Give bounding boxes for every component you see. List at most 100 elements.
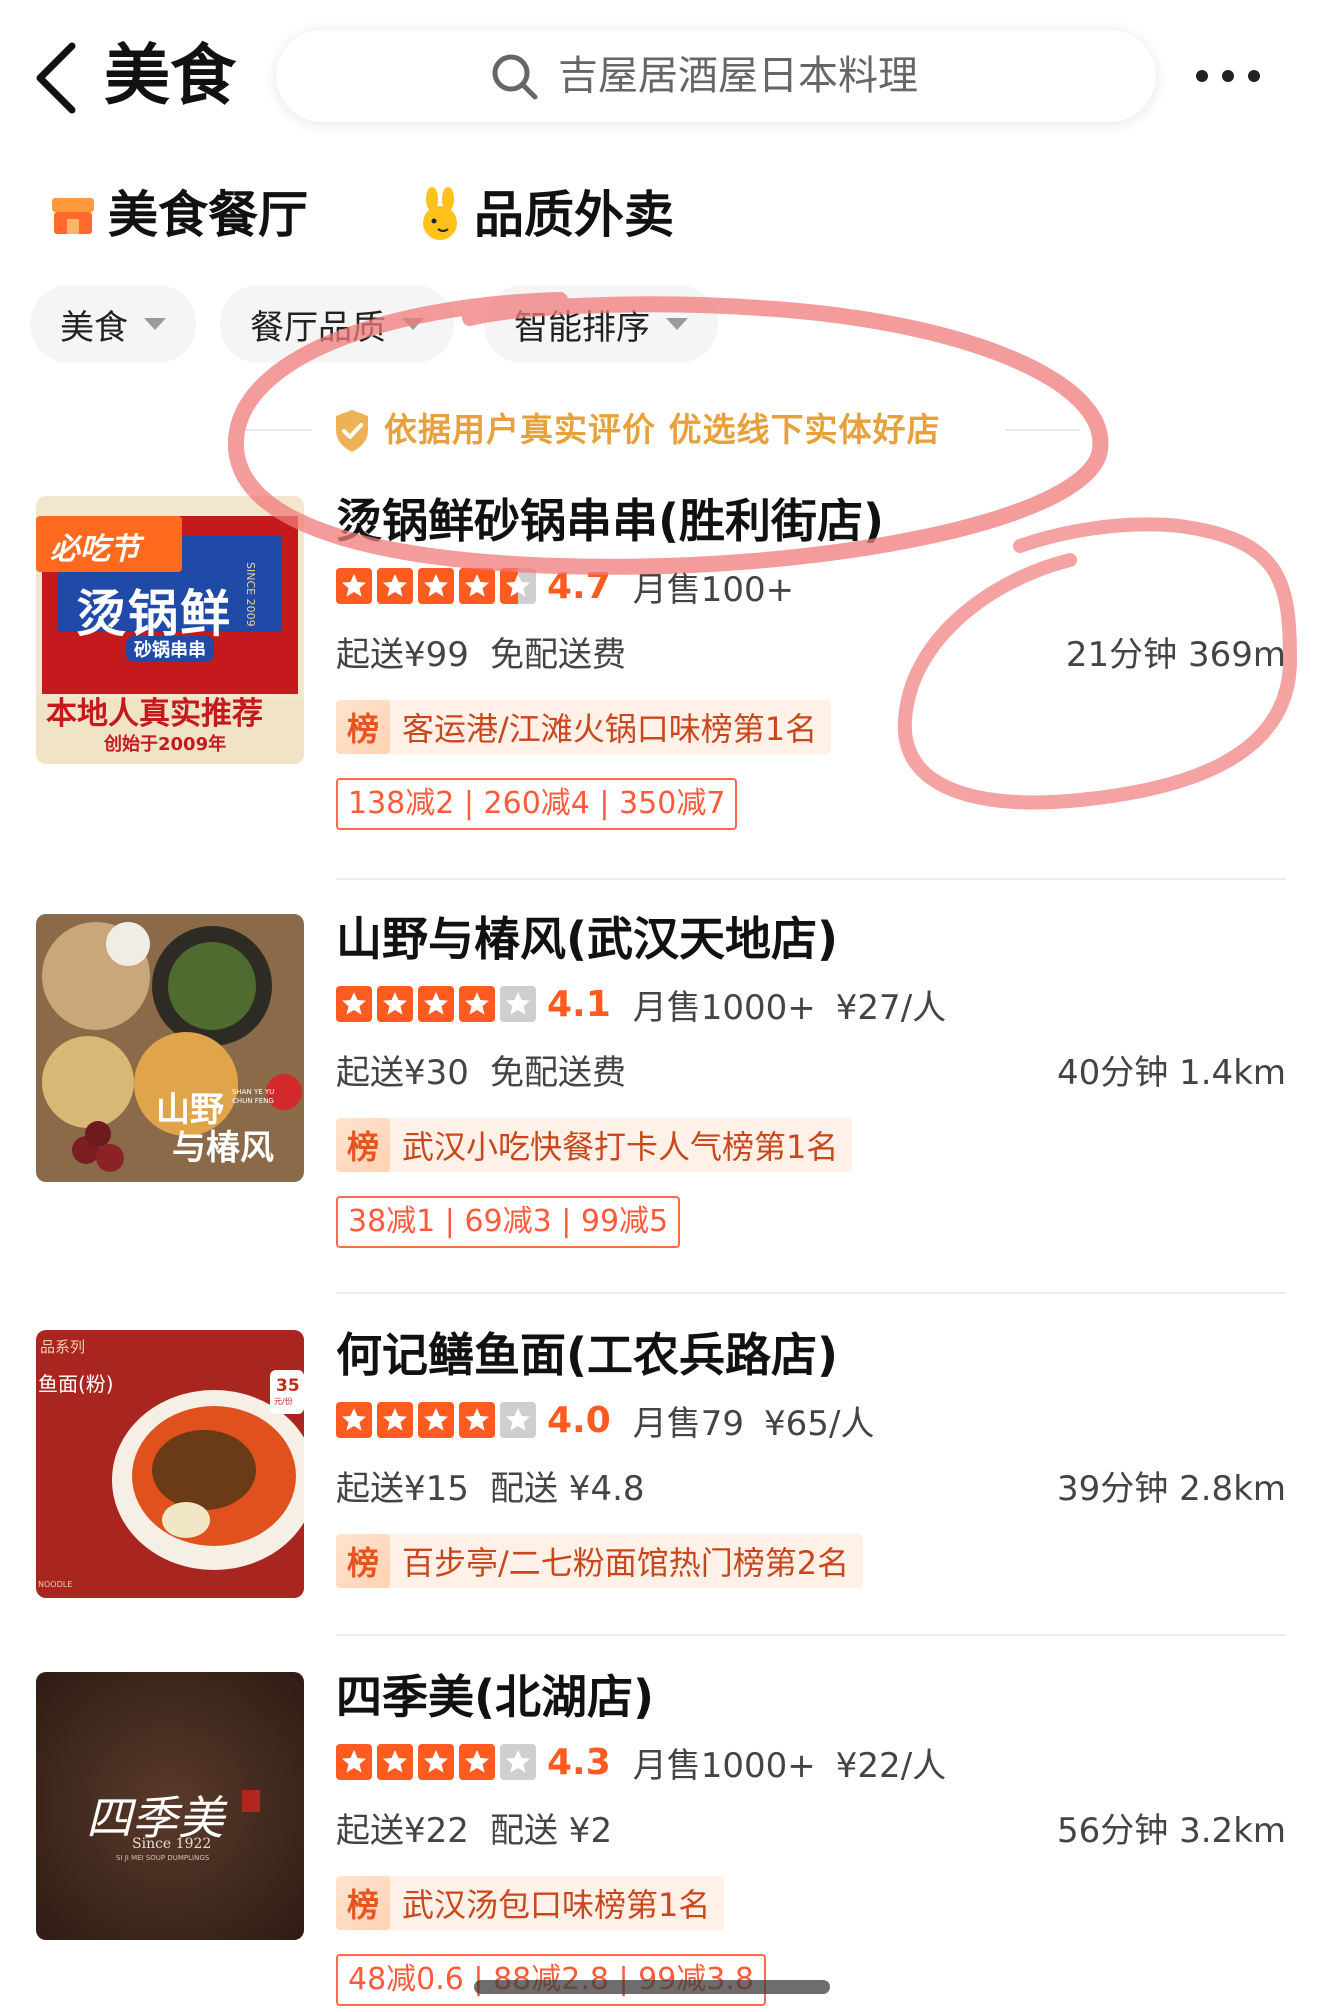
restaurant-thumbnail[interactable]: 必吃节 烫锅鲜 砂锅串串 本地人真实推荐 创始于2009年 SINCE 2009 (36, 496, 304, 764)
price-per-person: ¥22/人 (835, 1745, 947, 1786)
star-rating (336, 986, 541, 1022)
restaurant-name[interactable]: 山野与椿风(武汉天地店) (336, 908, 1286, 970)
star-icon (336, 1402, 372, 1438)
list-divider (336, 1292, 1286, 1294)
filter-category-dropdown[interactable]: 美食 (30, 285, 196, 363)
price-per-person: ¥65/人 (764, 1403, 875, 1444)
thumbnail-since: Since 1922 (132, 1836, 212, 1852)
thumbnail-brand-line2: 与椿风 (172, 1128, 274, 1168)
tab-label: 美食餐厅 (108, 186, 308, 244)
star-icon (377, 1744, 413, 1780)
page-title: 美食 (104, 37, 236, 114)
ranking-badge[interactable]: 榜 武汉小吃快餐打卡人气榜第1名 (336, 1118, 853, 1172)
delivery-fee: 免配送费 (490, 1053, 626, 1093)
more-options-button[interactable] (1196, 56, 1260, 96)
delivery-eta-distance: 40分钟 1.4km (1057, 1053, 1286, 1093)
search-placeholder: 吉屋居酒屋日本料理 (558, 53, 918, 99)
restaurant-name[interactable]: 烫锅鲜砂锅串串(胜利街店) (336, 490, 1286, 552)
thumbnail-en: NOODLE (38, 1580, 73, 1589)
caret-down-icon (402, 318, 424, 330)
ranking-badge[interactable]: 榜 百步亭/二七粉面馆热门榜第2名 (336, 1534, 864, 1588)
ranking-badge[interactable]: 榜 武汉汤包口味榜第1名 (336, 1876, 725, 1930)
delivery-row: 起送¥22 配送 ¥2 56分钟 3.2km (336, 1806, 1286, 1856)
delivery-row: 起送¥15 配送 ¥4.8 39分钟 2.8km (336, 1464, 1286, 1514)
tab-label-active: 品质外卖 (474, 186, 674, 244)
search-icon (492, 54, 538, 100)
restaurant-info: 山野与椿风(武汉天地店) 4.1 月售1000+ ¥27/人 起送¥30 免配送… (336, 908, 1286, 1248)
minimum-order: 起送¥30 (336, 1053, 469, 1093)
quality-notice: 依据用户真实评价 优选线下实体好店 (0, 400, 1320, 460)
tab-food-restaurants[interactable]: 美食餐厅 (50, 170, 308, 260)
home-indicator[interactable] (474, 1980, 830, 1994)
rating-score: 4.0 (547, 1399, 611, 1441)
list-divider (336, 1634, 1286, 1636)
discount-tag: 138减2 | 260减4 | 350减7 (336, 778, 738, 830)
rating-row: 4.7 月售100+ (336, 562, 1286, 610)
star-icon (377, 568, 413, 604)
delivery-eta-distance: 56分钟 3.2km (1057, 1811, 1286, 1851)
thumbnail-series: 品系列 (40, 1338, 86, 1356)
filter-quality-dropdown[interactable]: 餐厅品质 (220, 285, 454, 363)
star-icon (418, 568, 454, 604)
filter-label: 智能排序 (514, 307, 650, 348)
caret-down-icon (666, 318, 688, 330)
star-icon (459, 1402, 495, 1438)
category-tabs: 美食餐厅 品质外卖 (0, 170, 1320, 260)
star-icon (500, 1402, 536, 1438)
restaurant-thumbnail[interactable]: 品系列 鱼面(粉) 35 元/份 NOODLE (36, 1330, 304, 1598)
search-input[interactable]: 吉屋居酒屋日本料理 (276, 30, 1156, 122)
divider-line (246, 429, 312, 431)
monthly-sales: 月售1000+ (632, 987, 816, 1028)
thumbnail-en: SI JI MEI SOUP DUMPLINGS (116, 1854, 210, 1862)
thumbnail-unit: 元/份 (274, 1397, 293, 1406)
monthly-sales: 月售79 (632, 1403, 745, 1444)
notice-text: 依据用户真实评价 优选线下实体好店 (384, 410, 941, 449)
star-icon (500, 568, 536, 604)
thumbnail-dish: 鱼面(粉) (38, 1372, 114, 1396)
chevron-left-icon (36, 42, 76, 114)
restaurant-name[interactable]: 四季美(北湖店) (336, 1666, 1286, 1728)
price-per-person: ¥27/人 (835, 987, 947, 1028)
restaurant-info: 烫锅鲜砂锅串串(胜利街店) 4.7 月售100+ 起送¥99 免配送费 21分钟… (336, 490, 1286, 830)
thumbnail-slogan: 本地人真实推荐 (46, 696, 263, 732)
ranking-text: 武汉汤包口味榜第1名 (402, 1886, 711, 1924)
kangaroo-mascot-icon (423, 187, 457, 240)
rating-row: 4.0 月售79 ¥65/人 (336, 1396, 1286, 1444)
thumbnail-since: 创始于2009年 (104, 734, 227, 755)
caret-down-icon (144, 318, 166, 330)
star-rating (336, 568, 541, 604)
rating-score: 4.1 (547, 983, 611, 1025)
shield-check-icon (336, 410, 368, 452)
thumbnail-side-text: SINCE 2009 (244, 562, 257, 627)
rating-score: 4.3 (547, 1741, 611, 1783)
minimum-order: 起送¥22 (336, 1811, 469, 1851)
ranking-icon: 榜 (336, 1876, 390, 1930)
star-rating (336, 1744, 541, 1780)
filter-label: 美食 (60, 307, 128, 348)
star-icon (336, 568, 372, 604)
star-icon (336, 1744, 372, 1780)
star-rating (336, 1402, 541, 1438)
filter-sort-dropdown[interactable]: 智能排序 (484, 285, 718, 363)
ranking-badge[interactable]: 榜 客运港/江滩火锅口味榜第1名 (336, 700, 832, 754)
minimum-order: 起送¥99 (336, 635, 469, 675)
ranking-text: 客运港/江滩火锅口味榜第1名 (402, 710, 818, 748)
rating-row: 4.1 月售1000+ ¥27/人 (336, 980, 1286, 1028)
tab-quality-takeout[interactable]: 品质外卖 (418, 170, 674, 260)
star-icon (418, 986, 454, 1022)
storefront-icon (52, 198, 94, 234)
delivery-eta-distance: 21分钟 369m (1065, 635, 1286, 675)
ranking-icon: 榜 (336, 1118, 390, 1172)
restaurant-name[interactable]: 何记鳝鱼面(工农兵路店) (336, 1324, 1286, 1386)
delivery-fee: 配送 ¥4.8 (490, 1469, 645, 1509)
delivery-row: 起送¥99 免配送费 21分钟 369m (336, 630, 1286, 680)
top-bar: 美食 吉屋居酒屋日本料理 (0, 0, 1320, 150)
thumbnail-price-tag: 35 (276, 1376, 300, 1396)
restaurant-thumbnail[interactable]: 四季美 Since 1922 SI JI MEI SOUP DUMPLINGS (36, 1672, 304, 1940)
restaurant-info: 何记鳝鱼面(工农兵路店) 4.0 月售79 ¥65/人 起送¥15 配送 ¥4.… (336, 1324, 1286, 1588)
back-button[interactable] (28, 38, 88, 118)
star-icon (377, 986, 413, 1022)
restaurant-thumbnail[interactable]: 山野 与椿风 SHAN YE YU CHUN FENG (36, 914, 304, 1182)
rating-row: 4.3 月售1000+ ¥22/人 (336, 1738, 1286, 1786)
star-icon (418, 1402, 454, 1438)
